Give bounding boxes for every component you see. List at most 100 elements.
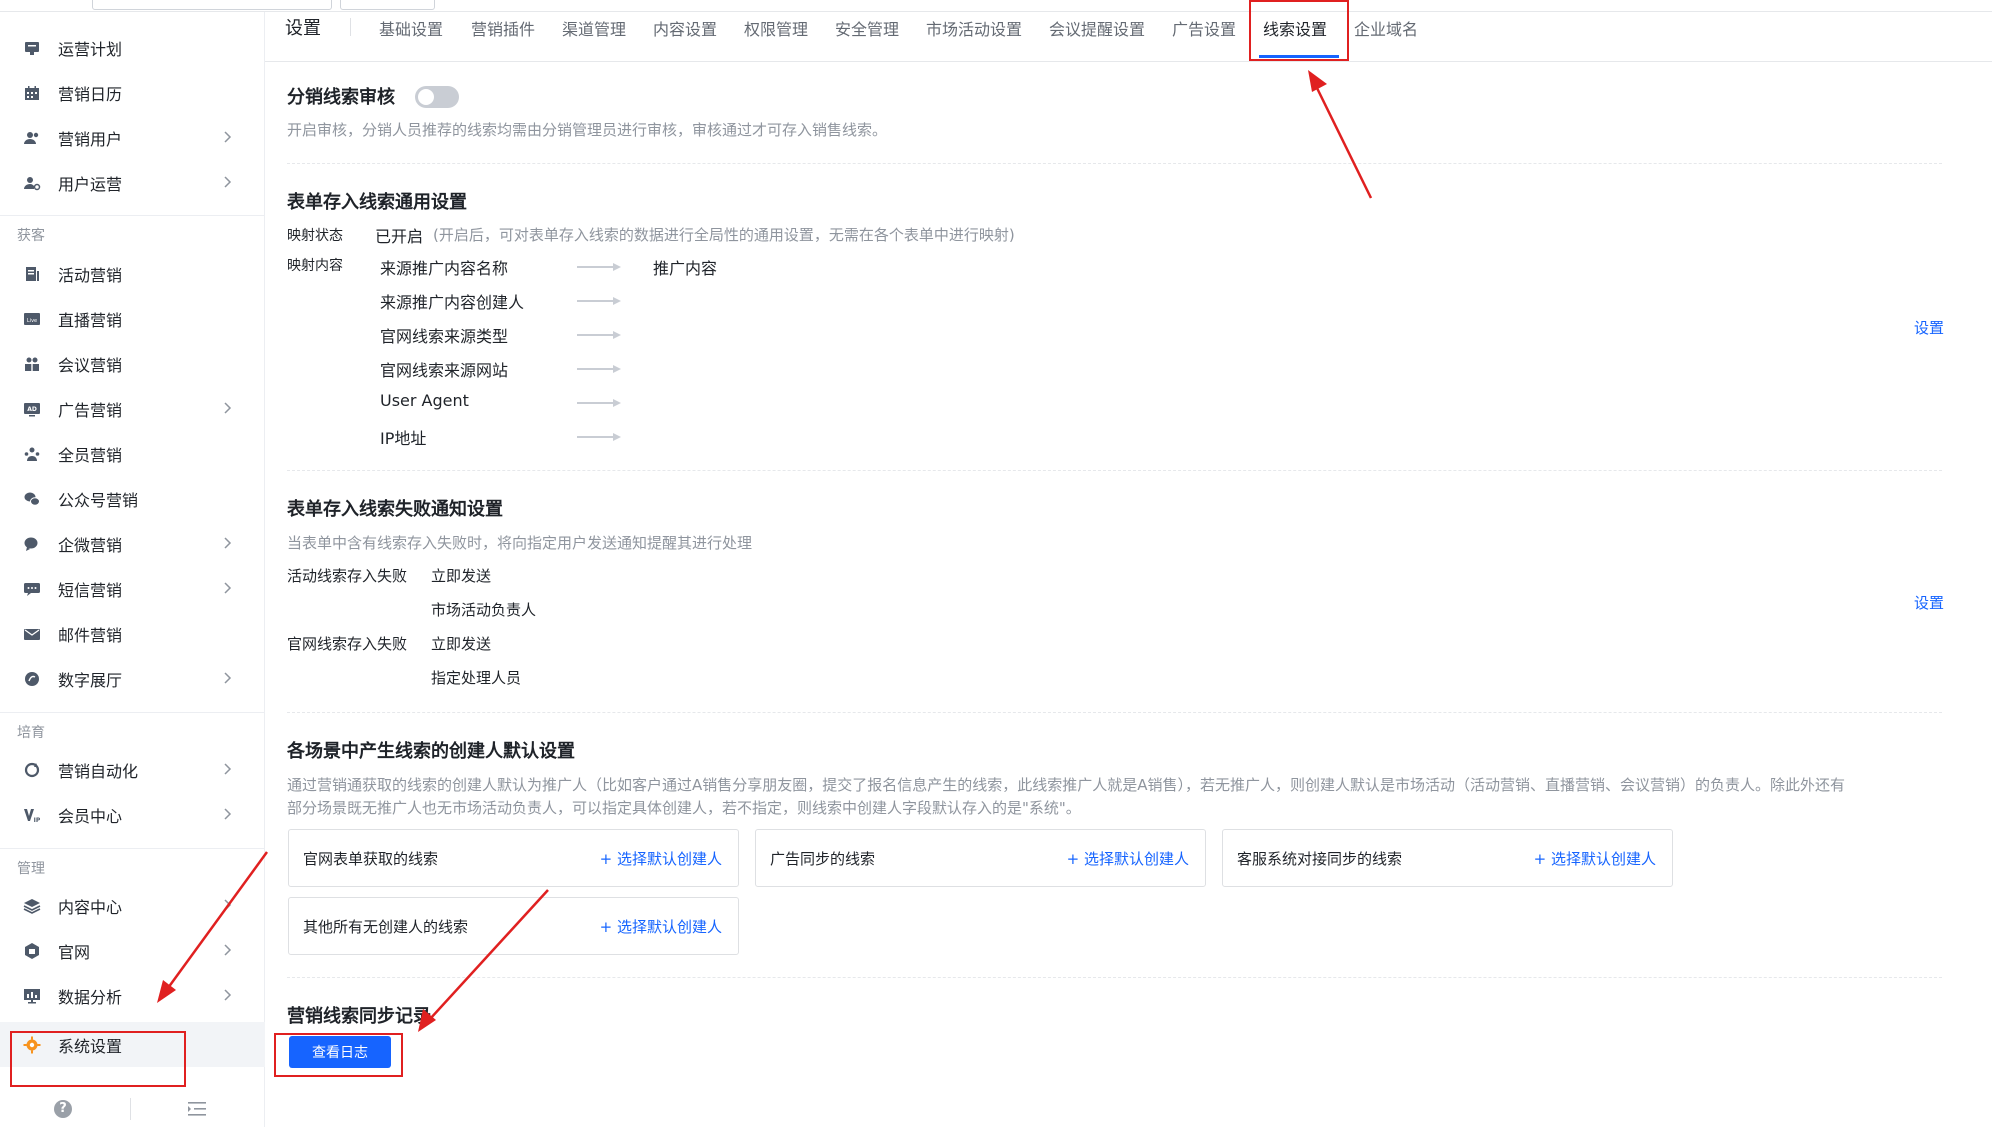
- annotation-box-view-log: [274, 1033, 403, 1077]
- user-ops-icon: [22, 173, 42, 193]
- collapse-menu-icon[interactable]: [187, 1100, 207, 1118]
- sidebar-item-wecom[interactable]: 企微营销: [0, 521, 265, 566]
- sidebar-separator: [0, 848, 265, 849]
- sidebar-item-vip[interactable]: IP 会员中心: [0, 792, 265, 837]
- sidebar-item-user-ops[interactable]: 用户运营: [0, 160, 265, 205]
- help-icon[interactable]: ?: [54, 1100, 72, 1118]
- mail-icon: [22, 624, 42, 644]
- fail-row-recipient: 市场活动负责人: [431, 601, 537, 619]
- chevron-right-icon: [224, 176, 232, 188]
- sidebar-footer: ?: [0, 1092, 265, 1127]
- sidebar-item-website[interactable]: 官网: [0, 928, 265, 973]
- plan-icon: [22, 38, 42, 58]
- sidebar-item-content[interactable]: 内容中心: [0, 883, 265, 928]
- fail-row-label: 官网线索存入失败: [287, 635, 408, 653]
- tab-ads[interactable]: 广告设置: [1172, 16, 1236, 40]
- creator-description: 通过营销通获取的线索的创建人默认为推广人（比如客户通过A销售分享朋友圈，提交了报…: [287, 776, 1846, 794]
- tab-content[interactable]: 内容设置: [653, 16, 717, 40]
- creator-description-cont: 部分场景既无推广人也无市场活动负责人，可以指定具体创建人，若不指定，则线索中创建…: [287, 799, 1081, 817]
- mapping-content-label: 映射内容: [287, 258, 343, 274]
- chevron-right-icon: [224, 131, 232, 143]
- card-title: 官网表单获取的线索: [303, 850, 439, 868]
- sidebar-item-mail[interactable]: 邮件营销: [0, 611, 265, 656]
- sidebar-separator: [0, 712, 265, 713]
- sidebar-item-sms[interactable]: 短信营销: [0, 566, 265, 611]
- tab-security[interactable]: 安全管理: [835, 16, 899, 40]
- sidebar-item-calendar[interactable]: 营销日历: [0, 70, 265, 115]
- sidebar-item-live[interactable]: Live 直播营销: [0, 296, 265, 341]
- tab-divider: [350, 18, 351, 36]
- section-divider: [287, 470, 1942, 471]
- chevron-right-icon: [224, 672, 232, 684]
- section-divider: [287, 163, 1942, 164]
- website-icon: [22, 941, 42, 961]
- arrow-right-icon: [577, 297, 621, 305]
- arrow-right-icon: [577, 433, 621, 441]
- select-creator-link[interactable]: + 选择默认创建人: [1534, 848, 1656, 869]
- top-strip: [0, 0, 1992, 12]
- sidebar-item-ads[interactable]: AD 广告营销: [0, 386, 265, 431]
- fail-notify-description: 当表单中含有线索存入失败时，将向指定用户发送通知提醒其进行处理: [287, 534, 753, 552]
- creator-title: 各场景中产生线索的创建人默认设置: [287, 741, 575, 762]
- sidebar-item-all-staff[interactable]: 全员营销: [0, 431, 265, 476]
- chevron-right-icon: [224, 899, 232, 911]
- tab-meeting-reminder[interactable]: 会议提醒设置: [1049, 16, 1145, 40]
- fail-row-timing: 立即发送: [431, 567, 492, 585]
- tab-permissions[interactable]: 权限管理: [744, 16, 808, 40]
- tab-plugins[interactable]: 营销插件: [471, 16, 535, 40]
- activity-icon: [22, 264, 42, 284]
- sidebar-item-meeting[interactable]: 会议营销: [0, 341, 265, 386]
- top-control-fragment: [340, 0, 435, 10]
- sidebar-item-plan[interactable]: 运营计划: [0, 25, 265, 70]
- mapping-status-value: 已开启: [375, 227, 424, 246]
- mapping-source: IP地址: [380, 429, 427, 448]
- audit-title: 分销线索审核: [287, 87, 395, 108]
- sidebar-item-showroom[interactable]: 数字展厅: [0, 656, 265, 701]
- live-icon: Live: [22, 309, 42, 329]
- tab-basic[interactable]: 基础设置: [379, 16, 443, 40]
- showroom-icon: [22, 669, 42, 689]
- sidebar-item-marketing-users[interactable]: 营销用户: [0, 115, 265, 160]
- tab-market-activity[interactable]: 市场活动设置: [926, 16, 1022, 40]
- footer-divider: [130, 1098, 131, 1120]
- sidebar-item-analytics[interactable]: 数据分析: [0, 973, 265, 1018]
- select-creator-link[interactable]: + 选择默认创建人: [1067, 848, 1189, 869]
- sms-icon: [22, 579, 42, 599]
- fail-row-timing: 立即发送: [431, 635, 492, 653]
- annotation-box-leads-tab: [1249, 0, 1349, 61]
- select-creator-link[interactable]: + 选择默认创建人: [600, 916, 722, 937]
- mapping-source: 来源推广内容创建人: [380, 293, 525, 312]
- creator-card-other: 其他所有无创建人的线索 + 选择默认创建人: [288, 897, 739, 955]
- mapping-status-label: 映射状态: [287, 228, 343, 244]
- section-divider: [287, 712, 1942, 713]
- sidebar-item-activity[interactable]: 活动营销: [0, 251, 265, 296]
- tab-domain[interactable]: 企业域名: [1354, 16, 1418, 40]
- audit-toggle[interactable]: [415, 86, 459, 108]
- ad-icon: AD: [22, 399, 42, 419]
- wechat-icon: [22, 489, 42, 509]
- chevron-right-icon: [224, 808, 232, 820]
- arrow-right-icon: [577, 399, 621, 407]
- analytics-icon: [22, 986, 42, 1006]
- settings-tabs: 设置 基础设置 营销插件 渠道管理 内容设置 权限管理 安全管理 市场活动设置 …: [265, 12, 1992, 62]
- select-creator-link[interactable]: + 选择默认创建人: [600, 848, 722, 869]
- creator-card-cs: 客服系统对接同步的线索 + 选择默认创建人: [1222, 829, 1673, 887]
- mapping-source: User Agent: [380, 391, 469, 410]
- sidebar-item-automation[interactable]: 营销自动化: [0, 747, 265, 792]
- audit-description: 开启审核，分销人员推荐的线索均需由分销管理员进行审核，审核通过才可存入销售线索。: [287, 121, 888, 139]
- all-staff-icon: [22, 444, 42, 464]
- sidebar: 运营计划 营销日历 营销用户 用户运营 获客 活动营销 Live 直播营销 会议…: [0, 12, 265, 1127]
- top-input-fragment: [92, 0, 332, 10]
- mapping-source: 官网线索来源网站: [380, 361, 509, 380]
- arrow-right-icon: [577, 331, 621, 339]
- fail-notify-settings-link[interactable]: 设置: [1914, 592, 1944, 613]
- group-title-acquire: 获客: [17, 228, 45, 244]
- mapping-title: 表单存入线索通用设置: [287, 192, 467, 213]
- fail-row-recipient: 指定处理人员: [431, 669, 522, 687]
- sidebar-item-wechat[interactable]: 公众号营销: [0, 476, 265, 521]
- mapping-settings-link[interactable]: 设置: [1914, 317, 1944, 338]
- svg-text:AD: AD: [27, 406, 37, 413]
- page-title: 设置: [285, 18, 321, 39]
- group-title-nurture: 培育: [17, 725, 45, 741]
- tab-channels[interactable]: 渠道管理: [562, 16, 626, 40]
